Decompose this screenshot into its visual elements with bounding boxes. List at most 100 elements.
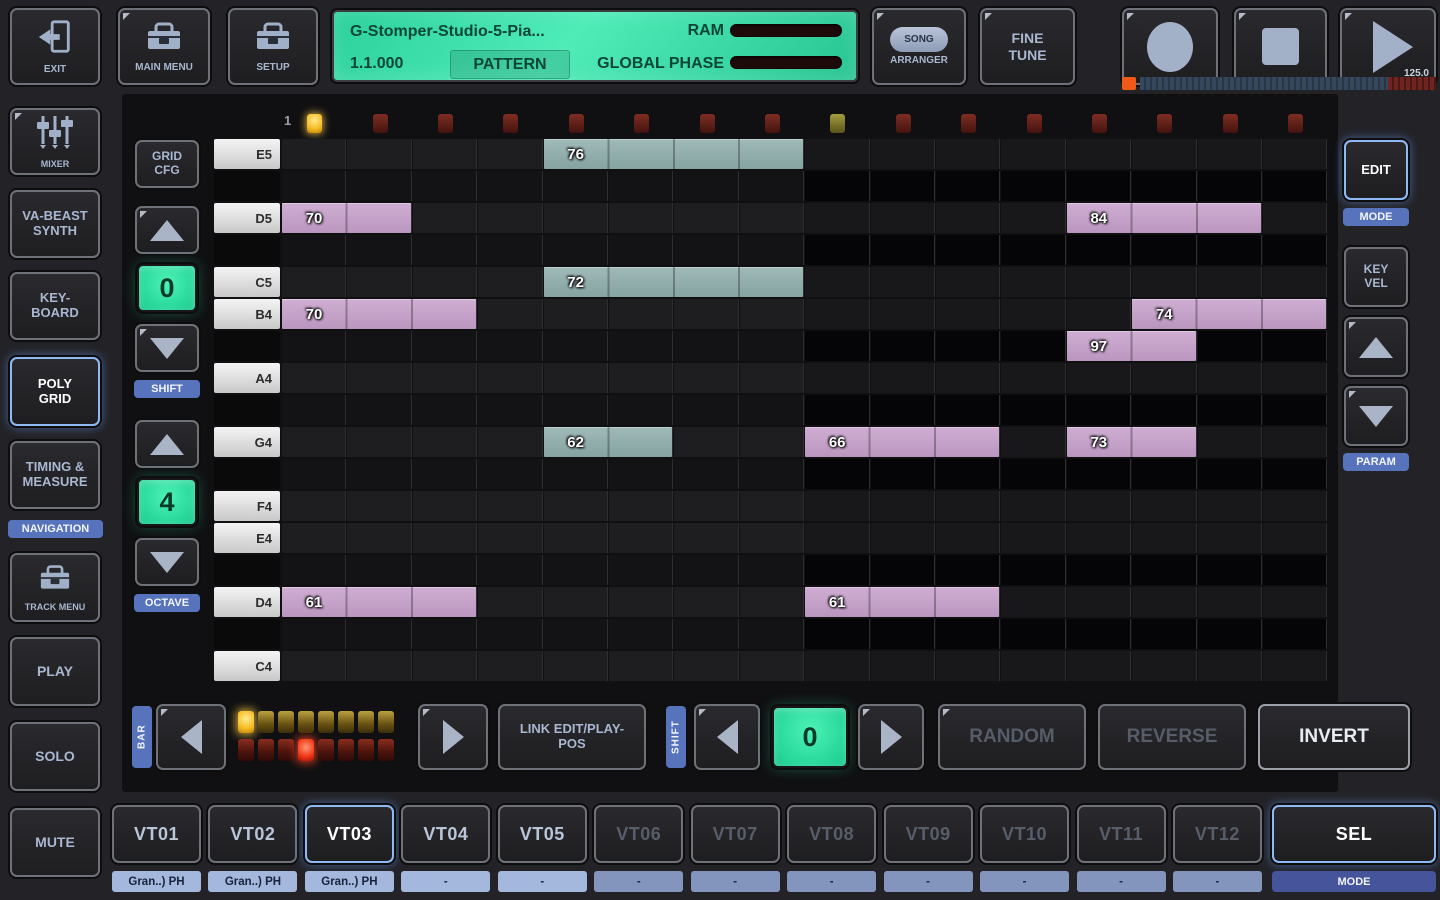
note-cell[interactable]: 70 [282,203,411,233]
sidebar-item-solo[interactable]: SOLO [10,722,100,791]
grid-cell[interactable] [1263,619,1327,649]
track-button-vt10[interactable]: VT10 [980,805,1069,863]
grid-cell[interactable] [740,299,804,329]
grid-cell[interactable] [1067,395,1131,425]
grid-cell[interactable] [478,459,542,489]
grid-cell[interactable] [347,267,411,297]
grid-cell[interactable] [674,587,738,617]
octave-down-button[interactable] [135,538,199,586]
grid-cell[interactable] [609,523,673,553]
piano-key-black[interactable] [214,459,280,489]
grid-cell[interactable] [1001,235,1065,265]
grid-cell[interactable] [674,459,738,489]
track-button-vt04[interactable]: VT04 [401,805,490,863]
stop-button[interactable] [1234,8,1327,85]
grid-cell[interactable] [936,523,1000,553]
track-sel-button[interactable]: SEL [1272,805,1436,863]
exit-button[interactable]: EXIT [10,8,100,85]
grid-cell[interactable] [413,523,477,553]
grid-cell[interactable] [1198,139,1262,169]
grid-cell[interactable] [805,363,869,393]
grid-cell[interactable] [544,523,608,553]
grid-cell[interactable] [740,459,804,489]
grid-cell[interactable] [1132,523,1196,553]
grid-cell[interactable] [413,651,477,681]
piano-key-a4[interactable]: A4 [214,363,280,393]
grid-cell[interactable] [740,235,804,265]
grid-cell[interactable] [347,555,411,585]
record-button[interactable] [1122,8,1218,85]
grid-cell[interactable] [1198,363,1262,393]
grid-cell[interactable] [282,491,346,521]
grid-cell[interactable] [936,491,1000,521]
sidebar-item-track-menu[interactable]: TRACK MENU [10,553,100,622]
grid-cell[interactable] [1198,651,1262,681]
sidebar-item-va-beast-synth[interactable]: VA-BEAST SYNTH [10,190,100,258]
shift-down-button[interactable] [135,324,199,372]
grid-cell[interactable] [936,299,1000,329]
bar-next-button[interactable] [418,704,488,770]
note-cell[interactable]: 62 [544,427,673,457]
grid-cell[interactable] [1001,363,1065,393]
piano-key-black[interactable] [214,555,280,585]
grid-cell[interactable] [413,427,477,457]
grid-cell[interactable] [871,459,935,489]
grid-cell[interactable] [936,651,1000,681]
grid-cell[interactable] [1001,171,1065,201]
accent-red-icon[interactable] [1092,114,1107,133]
grid-cell[interactable] [871,363,935,393]
grid-cell[interactable] [1132,619,1196,649]
grid-cell[interactable] [1263,139,1327,169]
grid-cell[interactable] [282,139,346,169]
accent-red-icon[interactable] [1157,114,1172,133]
grid-cell[interactable] [1263,427,1327,457]
grid-cell[interactable] [1263,523,1327,553]
grid-cell[interactable] [1198,331,1262,361]
track-button-vt12[interactable]: VT12 [1173,805,1262,863]
invert-button[interactable]: INVERT [1258,704,1410,770]
grid-cell[interactable] [740,331,804,361]
random-button[interactable]: RANDOM [938,704,1086,770]
grid-cell[interactable] [805,651,869,681]
grid-cell[interactable] [1198,523,1262,553]
grid-cell[interactable] [1198,395,1262,425]
grid-cell[interactable] [1001,395,1065,425]
grid-cell[interactable] [609,331,673,361]
grid-cell[interactable] [740,587,804,617]
grid-cell[interactable] [1067,299,1131,329]
piano-key-b4[interactable]: B4 [214,299,280,329]
grid-cell[interactable] [1132,171,1196,201]
grid-cell[interactable] [1132,651,1196,681]
grid-cell[interactable] [936,331,1000,361]
sidebar-item-timing-measure[interactable]: TIMING & MEASURE [10,441,100,509]
sidebar-item-keyboard[interactable]: KEY-BOARD [10,272,100,340]
grid-cell[interactable] [1001,651,1065,681]
grid-cell[interactable] [805,139,869,169]
grid-cell[interactable] [1198,555,1262,585]
grid-cell[interactable] [478,427,542,457]
grid-cell[interactable] [805,171,869,201]
grid-cell[interactable] [1198,267,1262,297]
accent-red-icon[interactable] [896,114,911,133]
shift-up-button[interactable] [135,206,199,254]
grid-cell[interactable] [1263,363,1327,393]
grid-cell[interactable] [936,619,1000,649]
fine-tune-button[interactable]: FINE TUNE [980,8,1075,85]
grid-cell[interactable] [282,459,346,489]
grid-cell[interactable] [347,459,411,489]
grid-cell[interactable] [871,299,935,329]
grid-cell[interactable] [544,459,608,489]
param-down-button[interactable] [1344,386,1408,446]
piano-key-black[interactable] [214,395,280,425]
grid-cell[interactable] [478,587,542,617]
grid-cell[interactable] [674,523,738,553]
note-cell[interactable]: 66 [805,427,999,457]
grid-cell[interactable] [740,651,804,681]
grid-cell[interactable] [674,203,738,233]
grid-cell[interactable] [1067,651,1131,681]
grid-cell[interactable] [871,491,935,521]
grid-cell[interactable] [740,203,804,233]
grid-cell[interactable] [1132,395,1196,425]
grid-cell[interactable] [871,235,935,265]
grid-cell[interactable] [544,587,608,617]
